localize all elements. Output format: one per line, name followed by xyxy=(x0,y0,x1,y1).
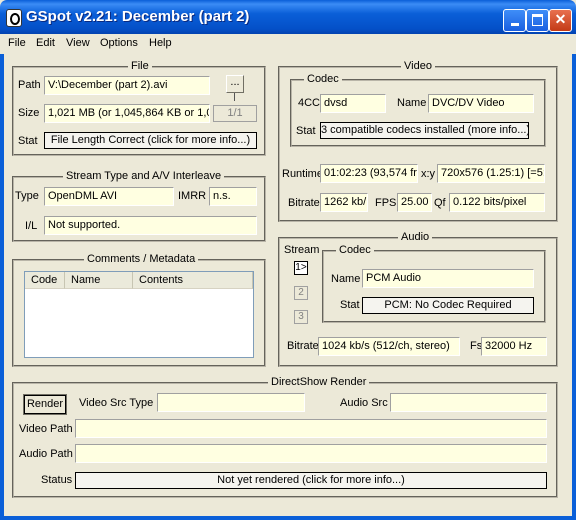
part-counter: 1/1 xyxy=(213,105,257,122)
audio-bitrate-label: Bitrate xyxy=(287,340,319,352)
path-field[interactable]: V:\December (part 2).avi xyxy=(44,76,210,95)
column-header-contents[interactable]: Contents xyxy=(133,272,253,289)
menu-file[interactable]: File xyxy=(8,37,26,49)
type-label: Type xyxy=(15,190,39,202)
browse-button[interactable]: ... xyxy=(226,75,244,93)
file-group-title: File xyxy=(128,60,152,72)
menu-help[interactable]: Help xyxy=(149,37,172,49)
close-button[interactable]: ✕ xyxy=(549,9,572,32)
video-src-type-field xyxy=(157,393,305,412)
audio-name-field: PCM Audio xyxy=(362,269,534,288)
fourcc-label: 4CC xyxy=(298,97,321,109)
xy-label: x:y xyxy=(421,168,436,180)
video-bitrate-label: Bitrate xyxy=(288,197,320,209)
fps-field: 25.00 xyxy=(397,193,432,212)
stream-1-button[interactable]: 1> xyxy=(294,261,308,275)
gspot-app-icon[interactable] xyxy=(6,9,22,27)
runtime-field: 01:02:23 (93,574 fr xyxy=(320,164,418,183)
fps-label: FPS xyxy=(375,197,397,209)
size-field: 1,021 MB (or 1,045,864 KB or 1,0 xyxy=(44,104,210,123)
stream-3-button[interactable]: 3 xyxy=(294,310,308,324)
file-stat-label: Stat xyxy=(18,135,38,147)
column-header-code[interactable]: Code xyxy=(25,272,65,289)
fs-field: 32000 Hz xyxy=(481,337,547,356)
il-field: Not supported. xyxy=(44,216,257,235)
menu-edit[interactable]: Edit xyxy=(36,37,55,49)
maximize-icon xyxy=(532,14,543,26)
audio-stat-button[interactable]: PCM: No Codec Required xyxy=(362,297,534,314)
render-button[interactable]: Render xyxy=(23,394,67,415)
path-label: Path xyxy=(18,79,41,91)
menu-bar: File Edit View Options Help xyxy=(0,34,576,54)
maximize-button[interactable] xyxy=(526,9,549,32)
type-field: OpenDML AVI xyxy=(44,187,174,206)
audio-group-title: Audio xyxy=(398,231,433,243)
video-path-label: Video Path xyxy=(19,423,73,435)
audio-bitrate-field: 1024 kb/s (512/ch, stereo) xyxy=(318,337,460,356)
minimize-icon xyxy=(510,23,519,26)
video-bitrate-field: 1262 kb/ xyxy=(320,193,368,212)
title-bar[interactable]: GSpot v2.21: December (part 2) ✕ xyxy=(0,0,576,34)
video-path-field xyxy=(75,419,547,438)
stream-label: Stream xyxy=(284,244,320,256)
minimize-button[interactable] xyxy=(503,9,526,32)
fourcc-field: dvsd xyxy=(320,94,386,113)
audio-src-label: Audio Src xyxy=(340,397,388,409)
window-title: GSpot v2.21: December (part 2) xyxy=(26,8,250,25)
imrr-label: IMRR xyxy=(178,190,207,202)
interleave-group-title: Stream Type and A/V Interleave xyxy=(63,170,225,182)
audio-src-field xyxy=(390,393,547,412)
close-icon: ✕ xyxy=(554,11,567,27)
video-name-label: Name xyxy=(397,97,427,109)
menu-view[interactable]: View xyxy=(66,37,90,49)
stream-2-button[interactable]: 2 xyxy=(294,286,308,300)
xy-field: 720x576 (1.25:1) [=5: xyxy=(437,164,545,183)
runtime-label: Runtime xyxy=(282,168,323,180)
video-src-type-label: Video Src Type xyxy=(79,397,154,409)
menu-options[interactable]: Options xyxy=(100,37,138,49)
comments-group-title: Comments / Metadata xyxy=(84,253,199,265)
video-group-title: Video xyxy=(401,60,435,72)
audio-name-label: Name xyxy=(331,273,361,285)
il-label: I/L xyxy=(25,220,38,232)
qf-label: Qf xyxy=(434,197,446,209)
audio-path-field xyxy=(75,444,547,463)
directshow-group-title: DirectShow Render xyxy=(268,376,370,388)
video-stat-label: Stat xyxy=(296,125,316,137)
audio-path-label: Audio Path xyxy=(19,448,73,460)
status-label: Status xyxy=(41,474,73,486)
imrr-field: n.s. xyxy=(209,187,257,206)
qf-field: 0.122 bits/pixel xyxy=(449,193,545,212)
comments-list[interactable]: Code Name Contents xyxy=(24,271,254,358)
browse-connector xyxy=(234,93,235,101)
video-codec-title: Codec xyxy=(304,73,342,85)
size-label: Size xyxy=(18,107,40,119)
audio-stat-label: Stat xyxy=(340,299,360,311)
status-button[interactable]: Not yet rendered (click for more info...… xyxy=(75,472,547,489)
column-header-name[interactable]: Name xyxy=(65,272,133,289)
video-stat-button[interactable]: 3 compatible codecs installed (more info… xyxy=(320,122,529,139)
audio-codec-title: Codec xyxy=(336,244,374,256)
video-name-field: DVC/DV Video xyxy=(428,94,534,113)
file-stat-button[interactable]: File Length Correct (click for more info… xyxy=(44,132,257,149)
